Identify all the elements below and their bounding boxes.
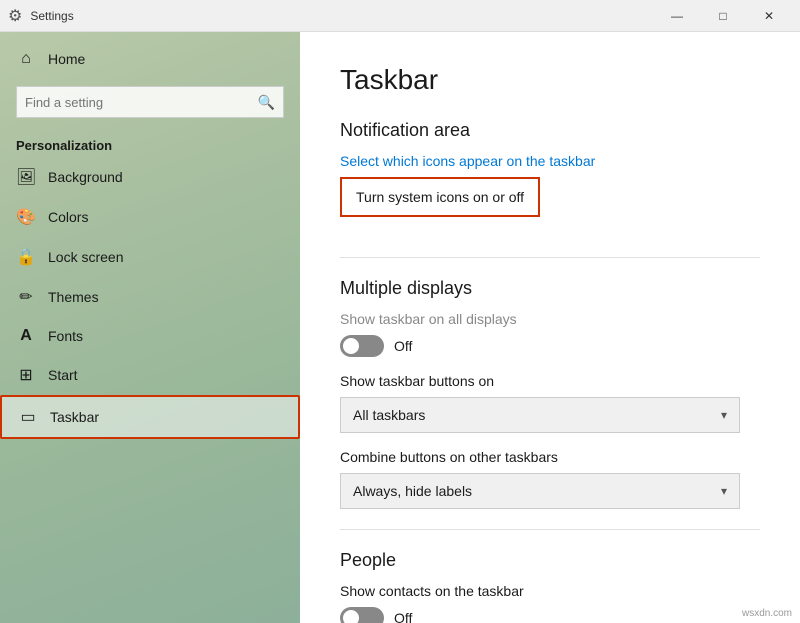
- turn-system-icons-link[interactable]: Turn system icons on or off: [340, 177, 540, 217]
- show-taskbar-toggle[interactable]: [340, 335, 384, 357]
- sidebar-item-taskbar[interactable]: ▭ Taskbar: [0, 395, 300, 439]
- themes-icon: ✏: [16, 287, 36, 307]
- sidebar-label-lockscreen: Lock screen: [48, 249, 123, 265]
- title-bar-left: ⚙ Settings: [8, 6, 74, 26]
- notification-area-section: Notification area Select which icons app…: [340, 120, 760, 237]
- combine-buttons-dropdown-value: Always, hide labels: [353, 483, 472, 499]
- show-taskbar-toggle-text: Off: [394, 338, 412, 354]
- sidebar-label-colors: Colors: [48, 209, 88, 225]
- search-icon: 🔍: [258, 94, 275, 111]
- search-input[interactable]: [25, 95, 258, 110]
- divider-1: [340, 257, 760, 258]
- sidebar-search-box[interactable]: 🔍: [16, 86, 284, 118]
- sidebar-label-themes: Themes: [48, 289, 99, 305]
- sidebar-label-start: Start: [48, 367, 78, 383]
- show-taskbar-toggle-row: Off: [340, 335, 760, 357]
- show-contacts-toggle-text: Off: [394, 610, 412, 623]
- title-bar-title: Settings: [30, 9, 73, 23]
- show-buttons-dropdown-value: All taskbars: [353, 407, 425, 423]
- sidebar: ⌂ Home 🔍 Personalization 🖼 Background 🎨 …: [0, 32, 300, 623]
- combine-buttons-dropdown-arrow: ▾: [721, 484, 727, 498]
- show-contacts-label: Show contacts on the taskbar: [340, 583, 760, 599]
- taskbar-icon: ▭: [18, 407, 38, 427]
- sidebar-item-fonts[interactable]: A Fonts: [0, 317, 300, 355]
- watermark: wsxdn.com: [742, 608, 792, 619]
- background-icon: 🖼: [16, 167, 36, 187]
- page-title: Taskbar: [340, 64, 760, 96]
- sidebar-item-start[interactable]: ⊞ Start: [0, 355, 300, 395]
- combine-buttons-label: Combine buttons on other taskbars: [340, 449, 760, 465]
- close-button[interactable]: ✕: [746, 0, 792, 32]
- divider-2: [340, 529, 760, 530]
- fonts-icon: A: [16, 327, 36, 345]
- show-buttons-dropdown[interactable]: All taskbars ▾: [340, 397, 740, 433]
- people-section: People Show contacts on the taskbar Off: [340, 550, 760, 623]
- multiple-displays-title: Multiple displays: [340, 278, 760, 299]
- show-taskbar-label: Show taskbar on all displays: [340, 311, 760, 327]
- select-icons-link[interactable]: Select which icons appear on the taskbar: [340, 153, 760, 169]
- lockscreen-icon: 🔒: [16, 247, 36, 267]
- show-contacts-toggle[interactable]: [340, 607, 384, 623]
- notification-area-title: Notification area: [340, 120, 760, 141]
- sidebar-label-fonts: Fonts: [48, 328, 83, 344]
- toggle-thumb-2: [343, 610, 359, 623]
- show-contacts-toggle-row: Off: [340, 607, 760, 623]
- sidebar-item-home[interactable]: ⌂ Home: [0, 40, 300, 78]
- content-area: Taskbar Notification area Select which i…: [300, 32, 800, 623]
- toggle-thumb-1: [343, 338, 359, 354]
- home-icon: ⌂: [16, 50, 36, 68]
- sidebar-section-title: Personalization: [0, 126, 300, 157]
- settings-icon: ⚙: [8, 6, 22, 26]
- sidebar-item-themes[interactable]: ✏ Themes: [0, 277, 300, 317]
- combine-buttons-dropdown[interactable]: Always, hide labels ▾: [340, 473, 740, 509]
- sidebar-label-home: Home: [48, 51, 85, 67]
- people-title: People: [340, 550, 760, 571]
- title-bar-controls: — □ ✕: [654, 0, 792, 32]
- multiple-displays-section: Multiple displays Show taskbar on all di…: [340, 278, 760, 509]
- show-buttons-label: Show taskbar buttons on: [340, 373, 760, 389]
- start-icon: ⊞: [16, 365, 36, 385]
- sidebar-item-colors[interactable]: 🎨 Colors: [0, 197, 300, 237]
- colors-icon: 🎨: [16, 207, 36, 227]
- minimize-button[interactable]: —: [654, 0, 700, 32]
- sidebar-label-taskbar: Taskbar: [50, 409, 99, 425]
- show-buttons-dropdown-arrow: ▾: [721, 408, 727, 422]
- title-bar: ⚙ Settings — □ ✕: [0, 0, 800, 32]
- app-container: ⌂ Home 🔍 Personalization 🖼 Background 🎨 …: [0, 32, 800, 623]
- sidebar-label-background: Background: [48, 169, 123, 185]
- maximize-button[interactable]: □: [700, 0, 746, 32]
- sidebar-item-background[interactable]: 🖼 Background: [0, 157, 300, 197]
- sidebar-item-lockscreen[interactable]: 🔒 Lock screen: [0, 237, 300, 277]
